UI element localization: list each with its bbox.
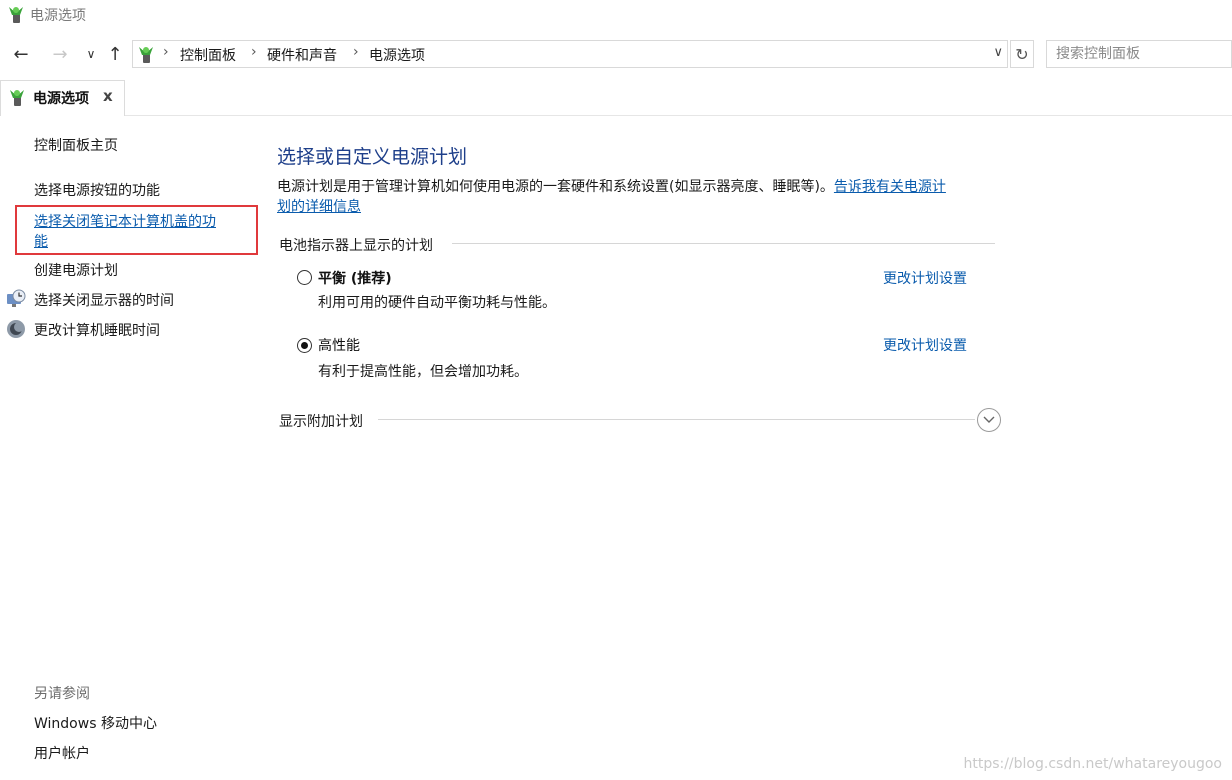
control-panel-icon: [139, 47, 153, 63]
arrow-left-icon: ←: [13, 43, 29, 65]
forward-button[interactable]: →: [49, 42, 71, 66]
power-options-icon: [10, 90, 24, 106]
tab-label: 电源选项: [33, 91, 89, 107]
user-accounts-link[interactable]: 用户帐户: [34, 743, 90, 763]
window-title: 电源选项: [30, 8, 86, 24]
recent-locations-button[interactable]: ∨: [80, 42, 102, 66]
plan-high-performance-name[interactable]: 高性能: [318, 335, 360, 355]
plan-high-performance-description: 有利于提高性能，但会增加功耗。: [318, 364, 528, 380]
plan-balanced-change-settings-link[interactable]: 更改计划设置: [883, 268, 967, 288]
title-bar: 电源选项: [0, 0, 1232, 30]
control-panel-home-link[interactable]: 控制面板主页: [34, 135, 118, 155]
create-power-plan-link[interactable]: 创建电源计划: [34, 260, 118, 280]
description-text: 电源计划是用于管理计算机如何使用电源的一套硬件和系统设置(如显示器亮度、睡眠等)…: [277, 179, 834, 195]
plan-balanced-radio[interactable]: [297, 270, 312, 285]
lid-close-function-link-cont[interactable]: 能: [34, 231, 48, 251]
learn-more-link-cont[interactable]: 划的详细信息: [277, 199, 361, 215]
battery-plans-section-label: 电池指示器上显示的计划: [279, 238, 433, 254]
chevron-down-icon: ∨: [86, 47, 96, 61]
watermark: https://blog.csdn.net/whatareyougoo: [963, 756, 1222, 772]
plan-high-performance-change-settings-link[interactable]: 更改计划设置: [883, 335, 967, 355]
see-also-heading: 另请参阅: [34, 686, 90, 702]
breadcrumb-separator-icon[interactable]: ›: [163, 44, 169, 60]
sleep-time-link[interactable]: 更改计算机睡眠时间: [34, 320, 160, 340]
mobility-center-link[interactable]: Windows 移动中心: [34, 713, 157, 733]
tab-power-options[interactable]: 电源选项 x: [0, 80, 125, 116]
address-bar[interactable]: › 控制面板 › 硬件和声音 › 电源选项 ∨: [132, 40, 1008, 68]
up-button[interactable]: ↑: [104, 42, 126, 66]
tab-divider: [125, 115, 1232, 116]
power-button-function-link[interactable]: 选择电源按钮的功能: [34, 180, 160, 200]
power-options-icon: [9, 7, 23, 23]
moon-sleep-icon: [7, 320, 25, 338]
breadcrumb-separator-icon[interactable]: ›: [251, 44, 257, 60]
close-icon[interactable]: x: [103, 87, 113, 105]
page-title: 选择或自定义电源计划: [277, 146, 468, 168]
monitor-clock-icon: [7, 289, 26, 307]
arrow-up-icon: ↑: [107, 43, 123, 65]
back-button[interactable]: ←: [10, 42, 32, 66]
breadcrumb-power-options[interactable]: 电源选项: [369, 45, 425, 65]
refresh-icon: ↻: [1015, 44, 1029, 64]
breadcrumb-hardware-sound[interactable]: 硬件和声音: [267, 45, 337, 65]
breadcrumb-control-panel[interactable]: 控制面板: [180, 45, 236, 65]
breadcrumb-separator-icon[interactable]: ›: [353, 44, 359, 60]
search-input[interactable]: [1047, 41, 1231, 67]
address-dropdown-icon[interactable]: ∨: [993, 45, 1003, 60]
plan-balanced-description: 利用可用的硬件自动平衡功耗与性能。: [318, 295, 556, 311]
page-description: 电源计划是用于管理计算机如何使用电源的一套硬件和系统设置(如显示器亮度、睡眠等)…: [277, 177, 997, 217]
additional-plans-divider: [378, 419, 975, 420]
chevron-down-icon: [983, 416, 995, 423]
section-divider: [452, 243, 995, 244]
expand-additional-plans-button[interactable]: [977, 408, 1001, 432]
display-off-time-link[interactable]: 选择关闭显示器的时间: [34, 290, 174, 310]
plan-high-performance-radio[interactable]: [297, 338, 312, 353]
additional-plans-label[interactable]: 显示附加计划: [279, 411, 363, 431]
arrow-right-icon: →: [52, 43, 68, 65]
search-box[interactable]: [1046, 40, 1232, 68]
learn-more-link[interactable]: 告诉我有关电源计: [834, 179, 946, 195]
plan-balanced-name[interactable]: 平衡 (推荐): [318, 268, 392, 288]
lid-close-function-link[interactable]: 选择关闭笔记本计算机盖的功: [34, 211, 216, 231]
refresh-button[interactable]: ↻: [1010, 40, 1034, 68]
